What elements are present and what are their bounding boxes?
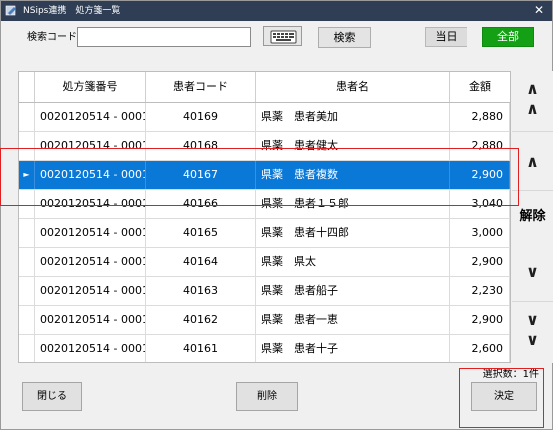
search-label: 検索コード [27,32,77,43]
patient-name-cell: 県薬 患者十子 [256,335,450,362]
close-button[interactable]: 閉じる [22,382,82,411]
keyboard-button[interactable] [263,26,302,46]
double-chevron-down-icon: ∨ ∨ [526,310,539,349]
patient-code-cell: 40165 [146,219,256,247]
prescription-no-cell: 0020120514 - 00015 [35,190,146,218]
search-button[interactable]: 検索 [318,27,371,48]
patient-name-cell: 県薬 患者複数 [256,161,450,189]
amount-cell: 3,040 [450,190,510,218]
header-indicator-cell [19,72,35,102]
page-up-button[interactable]: ∧ [512,132,553,191]
page-down-button[interactable]: ∨ [512,242,553,302]
release-button[interactable]: 解除 [512,191,553,242]
patient-code-cell: 40166 [146,190,256,218]
table-row-selected[interactable]: ► 0020120514 - 00017 40167 県薬 患者複数 2,900 [19,161,510,190]
patient-name-cell: 県薬 患者１５郎 [256,190,450,218]
table-row[interactable]: 0020120514 - 00010 40161 県薬 患者十子 2,600 [19,335,510,362]
double-chevron-up-icon: ∧ ∧ [526,79,539,118]
table-row[interactable]: 0020120514 - 00011 40162 県薬 患者一恵 2,900 [19,306,510,335]
row-indicator [19,132,35,160]
scroll-top-button[interactable]: ∧ ∧ [512,71,553,132]
row-indicator [19,248,35,276]
keyboard-icon [270,30,297,44]
row-indicator [19,277,35,305]
prescription-no-cell: 0020120514 - 00010 [35,335,146,362]
app-icon [5,5,16,16]
patient-name-cell: 県薬 患者船子 [256,277,450,305]
patient-name-cell: 県薬 患者美加 [256,103,450,131]
scroll-bottom-button[interactable]: ∨ ∨ [512,302,553,363]
amount-cell: 2,230 [450,277,510,305]
prescription-no-cell: 0020120514 - 00019 [35,103,146,131]
title-bar: NSips連携 処方箋一覧 ✕ [1,1,552,21]
patient-code-cell: 40168 [146,132,256,160]
table-row[interactable]: 0020120514 - 00018 40168 県薬 患者健太 2,880 [19,132,510,161]
patient-code-cell: 40162 [146,306,256,334]
amount-cell: 2,900 [450,161,510,189]
prescription-list-window: NSips連携 処方箋一覧 ✕ 検索コード 検索 当日 全部 処方箋番号 患者コ… [0,0,553,430]
navigation-panel: ∧ ∧ ∧ 解除 ∨ ∨ ∨ [512,71,553,363]
window-title: NSips連携 処方箋一覧 [23,6,121,16]
amount-cell: 2,880 [450,132,510,160]
close-icon[interactable]: ✕ [532,3,546,18]
filter-today-button[interactable]: 当日 [425,27,467,47]
chevron-down-icon: ∨ [526,262,539,281]
header-patient-name[interactable]: 患者名 [256,72,450,102]
row-indicator: ► [19,161,35,189]
table-row[interactable]: 0020120514 - 00013 40164 県薬 県太 2,900 [19,248,510,277]
patient-code-cell: 40163 [146,277,256,305]
prescription-table: 処方箋番号 患者コード 患者名 金額 0020120514 - 00019 401… [18,71,511,363]
amount-cell: 2,600 [450,335,510,362]
table-row[interactable]: 0020120514 - 00014 40165 県薬 患者十四郎 3,000 [19,219,510,248]
amount-cell: 2,900 [450,248,510,276]
selection-count: 選択数：1件 [482,369,539,380]
table-row[interactable]: 0020120514 - 00012 40163 県薬 患者船子 2,230 [19,277,510,306]
row-indicator [19,103,35,131]
patient-name-cell: 県薬 患者十四郎 [256,219,450,247]
patient-name-cell: 県薬 患者一恵 [256,306,450,334]
table-header: 処方箋番号 患者コード 患者名 金額 [19,72,510,103]
patient-code-cell: 40164 [146,248,256,276]
filter-all-button[interactable]: 全部 [482,27,534,47]
delete-button[interactable]: 削除 [236,382,298,411]
row-indicator [19,306,35,334]
amount-cell: 3,000 [450,219,510,247]
prescription-no-cell: 0020120514 - 00013 [35,248,146,276]
table-row[interactable]: 0020120514 - 00015 40166 県薬 患者１５郎 3,040 [19,190,510,219]
patient-code-cell: 40167 [146,161,256,189]
prescription-no-cell: 0020120514 - 00011 [35,306,146,334]
row-indicator [19,335,35,362]
patient-code-cell: 40161 [146,335,256,362]
header-amount[interactable]: 金額 [450,72,510,102]
patient-name-cell: 県薬 患者健太 [256,132,450,160]
patient-name-cell: 県薬 県太 [256,248,450,276]
header-prescription-no[interactable]: 処方箋番号 [35,72,146,102]
prescription-no-cell: 0020120514 - 00014 [35,219,146,247]
chevron-up-icon: ∧ [526,152,539,171]
patient-code-cell: 40169 [146,103,256,131]
prescription-no-cell: 0020120514 - 00012 [35,277,146,305]
prescription-no-cell: 0020120514 - 00017 [35,161,146,189]
amount-cell: 2,880 [450,103,510,131]
row-indicator [19,219,35,247]
header-patient-code[interactable]: 患者コード [146,72,256,102]
decide-button[interactable]: 決定 [471,382,537,411]
table-row[interactable]: 0020120514 - 00019 40169 県薬 患者美加 2,880 [19,103,510,132]
search-input[interactable] [77,27,251,47]
row-indicator [19,190,35,218]
prescription-no-cell: 0020120514 - 00018 [35,132,146,160]
amount-cell: 2,900 [450,306,510,334]
